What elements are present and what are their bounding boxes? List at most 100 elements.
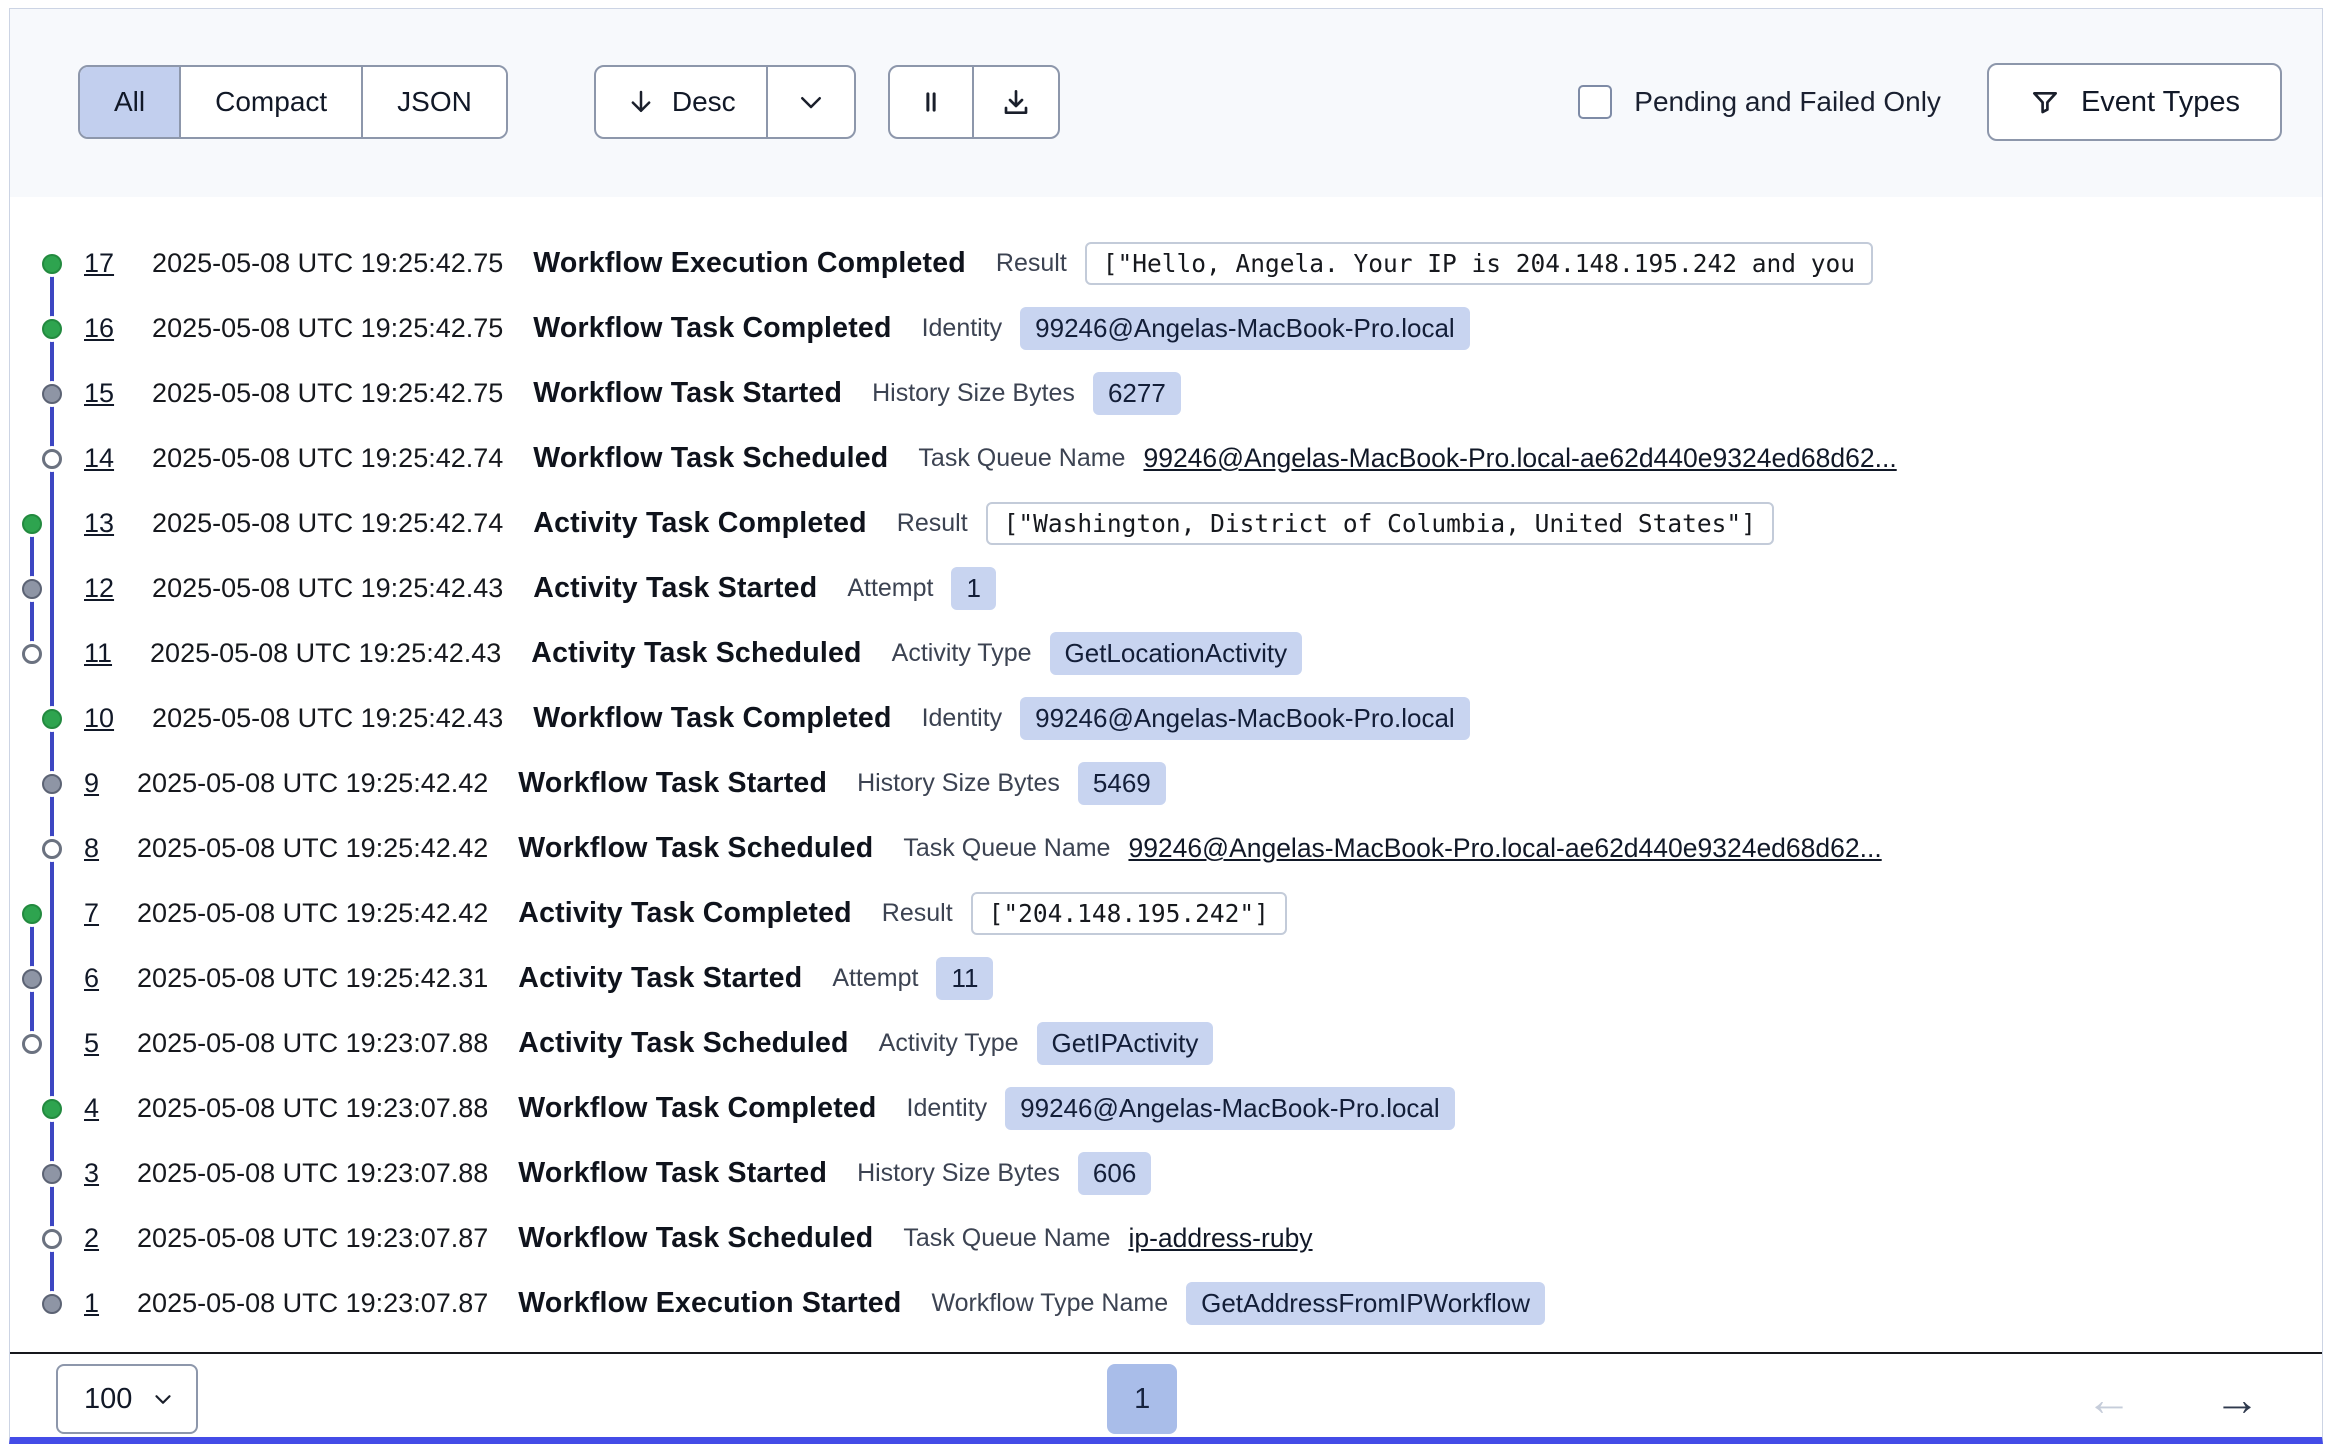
event-row: 3 2025-05-08 UTC 19:23:07.88 Workflow Ta… [10, 1141, 2322, 1206]
timeline-gutter [10, 816, 84, 881]
event-row: 16 2025-05-08 UTC 19:25:42.75 Workflow T… [10, 296, 2322, 361]
timeline-gutter [10, 946, 84, 1011]
event-attr-label: Task Queue Name [903, 834, 1110, 863]
timeline-gutter [10, 1271, 84, 1336]
current-page-button[interactable]: 1 [1107, 1364, 1177, 1434]
event-id-link[interactable]: 6 [84, 963, 99, 994]
tab-json[interactable]: JSON [361, 67, 506, 137]
event-name: Activity Task Started [518, 962, 802, 995]
event-attr-value[interactable]: ip-address-ruby [1128, 1223, 1312, 1254]
event-id-link[interactable]: 7 [84, 898, 99, 929]
event-attr-value: ["Washington, District of Columbia, Unit… [986, 502, 1774, 545]
event-timestamp: 2025-05-08 UTC 19:25:42.31 [137, 963, 488, 994]
event-id-link[interactable]: 14 [84, 443, 114, 474]
event-row: 11 2025-05-08 UTC 19:25:42.43 Activity T… [10, 621, 2322, 686]
event-attr-label: Activity Type [892, 639, 1032, 668]
timeline-gutter [10, 1206, 84, 1271]
event-attr-value: GetAddressFromIPWorkflow [1186, 1282, 1545, 1325]
event-id-link[interactable]: 5 [84, 1028, 99, 1059]
event-id-link[interactable]: 10 [84, 703, 114, 734]
event-id-link[interactable]: 16 [84, 313, 114, 344]
event-id-link[interactable]: 17 [84, 248, 114, 279]
event-name: Workflow Task Scheduled [518, 832, 873, 865]
event-status-dot [42, 449, 62, 469]
event-status-dot [22, 579, 42, 599]
event-attr-label: Task Queue Name [918, 444, 1125, 473]
event-id-link[interactable]: 15 [84, 378, 114, 409]
event-id-link[interactable]: 3 [84, 1158, 99, 1189]
event-row: 6 2025-05-08 UTC 19:25:42.31 Activity Ta… [10, 946, 2322, 1011]
event-attr-value[interactable]: 99246@Angelas-MacBook-Pro.local-ae62d440… [1128, 833, 1881, 864]
pause-button[interactable] [890, 67, 972, 137]
event-name: Workflow Task Started [518, 1157, 827, 1190]
event-name: Workflow Task Scheduled [518, 1222, 873, 1255]
event-timestamp: 2025-05-08 UTC 19:25:42.75 [152, 378, 503, 409]
event-name: Activity Task Scheduled [531, 637, 861, 670]
event-attr-label: Attempt [847, 574, 933, 603]
event-attr-label: Identity [907, 1094, 988, 1123]
tab-all[interactable]: All [80, 67, 179, 137]
event-timestamp: 2025-05-08 UTC 19:25:42.43 [152, 573, 503, 604]
event-name: Workflow Execution Completed [533, 247, 966, 280]
event-row: 5 2025-05-08 UTC 19:23:07.88 Activity Ta… [10, 1011, 2322, 1076]
event-name: Workflow Task Completed [533, 702, 891, 735]
event-attr-label: Identity [922, 314, 1003, 343]
event-id-link[interactable]: 9 [84, 768, 99, 799]
event-attr-label: Activity Type [879, 1029, 1019, 1058]
timeline-gutter [10, 621, 84, 686]
event-timestamp: 2025-05-08 UTC 19:23:07.87 [137, 1223, 488, 1254]
event-types-button[interactable]: Event Types [1987, 63, 2282, 141]
event-id-link[interactable]: 12 [84, 573, 114, 604]
event-id-link[interactable]: 2 [84, 1223, 99, 1254]
view-mode-segmented-control: All Compact JSON [78, 65, 508, 139]
event-row: 14 2025-05-08 UTC 19:25:42.74 Workflow T… [10, 426, 2322, 491]
sort-split-button: Desc [594, 65, 856, 139]
event-attr-value: ["Hello, Angela. Your IP is 204.148.195.… [1085, 242, 1873, 285]
event-attr-value: GetLocationActivity [1050, 632, 1303, 675]
arrow-down-icon [626, 87, 656, 117]
event-id-link[interactable]: 8 [84, 833, 99, 864]
event-name: Activity Task Scheduled [518, 1027, 848, 1060]
timeline-gutter [10, 491, 84, 556]
timeline-gutter [10, 361, 84, 426]
event-id-link[interactable]: 13 [84, 508, 114, 539]
event-attr-label: History Size Bytes [872, 379, 1075, 408]
next-page-arrow-icon[interactable]: → [2214, 1376, 2260, 1422]
event-status-dot [42, 1229, 62, 1249]
event-id-link[interactable]: 1 [84, 1288, 99, 1319]
download-button[interactable] [972, 67, 1058, 137]
event-id-link[interactable]: 4 [84, 1093, 99, 1124]
timeline-gutter [10, 751, 84, 816]
prev-page-arrow-icon[interactable]: ← [2086, 1376, 2132, 1422]
chevron-down-icon [796, 87, 826, 117]
event-attr-label: History Size Bytes [857, 1159, 1060, 1188]
sort-label: Desc [672, 86, 736, 118]
event-status-dot [42, 319, 62, 339]
pause-icon [916, 87, 946, 117]
sort-desc-button[interactable]: Desc [596, 67, 766, 137]
event-id-link[interactable]: 11 [84, 638, 112, 669]
page-size-select[interactable]: 100 [56, 1364, 198, 1434]
event-status-dot [22, 969, 42, 989]
event-row: 4 2025-05-08 UTC 19:23:07.88 Workflow Ta… [10, 1076, 2322, 1141]
sort-options-button[interactable] [766, 67, 854, 137]
event-status-dot [42, 774, 62, 794]
event-timestamp: 2025-05-08 UTC 19:25:42.75 [152, 313, 503, 344]
timeline-gutter [10, 1011, 84, 1076]
tab-compact[interactable]: Compact [179, 67, 361, 137]
event-status-dot [22, 1034, 42, 1054]
event-status-dot [22, 514, 42, 534]
event-attr-value: 99246@Angelas-MacBook-Pro.local [1005, 1087, 1455, 1130]
event-attr-label: Result [897, 509, 968, 538]
pending-failed-checkbox[interactable] [1578, 85, 1612, 119]
event-attr-label: Identity [922, 704, 1003, 733]
event-row: 15 2025-05-08 UTC 19:25:42.75 Workflow T… [10, 361, 2322, 426]
event-row: 12 2025-05-08 UTC 19:25:42.43 Activity T… [10, 556, 2322, 621]
event-history-panel: All Compact JSON Desc Pending and Failed… [9, 8, 2323, 1444]
event-attr-label: Workflow Type Name [931, 1289, 1168, 1318]
event-attr-value[interactable]: 99246@Angelas-MacBook-Pro.local-ae62d440… [1143, 443, 1896, 474]
event-attr-label: Attempt [832, 964, 918, 993]
event-timestamp: 2025-05-08 UTC 19:25:42.43 [152, 703, 503, 734]
event-attr-value: 1 [951, 567, 995, 610]
page-nav-arrows: ← → [2086, 1376, 2260, 1422]
